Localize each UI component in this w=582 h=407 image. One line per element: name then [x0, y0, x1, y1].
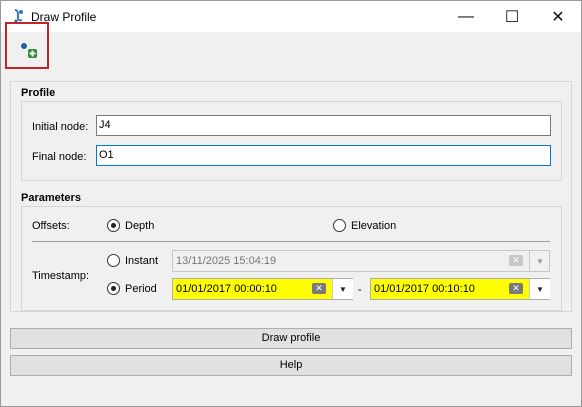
instant-label[interactable]: Instant — [125, 255, 158, 267]
parameters-divider — [32, 241, 550, 242]
final-node-field[interactable]: O1 — [96, 145, 551, 166]
instant-datetime-field: 13/11/2025 15:04:19 ✕ ▼ — [172, 250, 550, 272]
parameters-group-title: Parameters — [21, 192, 81, 204]
clear-icon[interactable]: ✕ — [312, 283, 326, 294]
initial-node-field[interactable]: J4 — [96, 115, 551, 136]
title-bar: Draw Profile — ☐ ✕ — [1, 1, 581, 32]
period-radio[interactable] — [107, 282, 120, 295]
highlight-box — [5, 22, 49, 69]
maximize-button[interactable]: ☐ — [489, 1, 535, 32]
maximize-icon: ☐ — [504, 8, 520, 26]
instant-radio[interactable] — [107, 254, 120, 267]
elevation-radio[interactable] — [333, 219, 346, 232]
draw-profile-button[interactable]: Draw profile — [10, 328, 572, 349]
initial-node-label: Initial node: — [32, 121, 89, 133]
close-icon: ✕ — [551, 8, 565, 26]
offsets-label: Offsets: — [32, 220, 70, 232]
minimize-button[interactable]: — — [443, 1, 489, 32]
depth-label[interactable]: Depth — [125, 220, 154, 232]
timestamp-label: Timestamp: — [32, 270, 90, 282]
profile-group-title: Profile — [21, 87, 56, 99]
minimize-icon: — — [458, 7, 474, 25]
final-node-label: Final node: — [32, 151, 87, 163]
close-button[interactable]: ✕ — [535, 1, 581, 32]
elevation-label[interactable]: Elevation — [351, 220, 396, 232]
period-label[interactable]: Period — [125, 283, 157, 295]
period-end-field[interactable]: 01/01/2017 00:10:10 ✕ ▼ — [370, 278, 550, 300]
toolbar — [1, 32, 581, 76]
help-button[interactable]: Help — [10, 355, 572, 376]
chevron-down-icon: ▼ — [529, 251, 550, 271]
period-separator: - — [358, 284, 362, 296]
clear-icon: ✕ — [509, 255, 523, 266]
chevron-down-icon[interactable]: ▼ — [332, 279, 353, 299]
profile-group — [21, 101, 562, 181]
clear-icon[interactable]: ✕ — [509, 283, 523, 294]
period-start-value: 01/01/2017 00:00:10 — [176, 283, 277, 295]
depth-radio[interactable] — [107, 219, 120, 232]
period-start-field[interactable]: 01/01/2017 00:00:10 ✕ ▼ — [172, 278, 353, 300]
draw-profile-window: Draw Profile — ☐ ✕ Profile Initial node:… — [0, 0, 582, 407]
instant-datetime-value: 13/11/2025 15:04:19 — [176, 255, 277, 267]
chevron-down-icon[interactable]: ▼ — [529, 279, 550, 299]
period-end-value: 01/01/2017 00:10:10 — [374, 283, 475, 295]
